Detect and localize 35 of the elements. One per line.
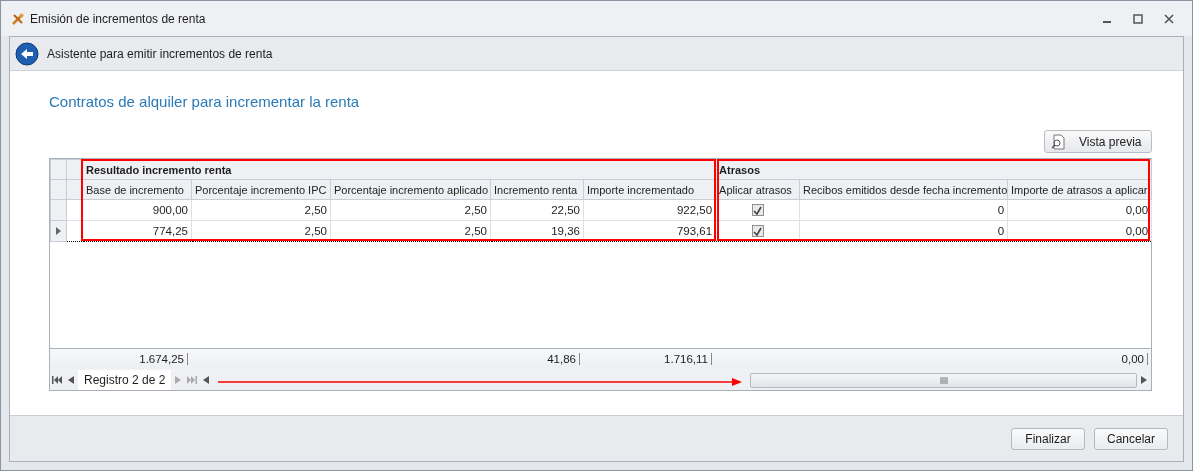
checkbox[interactable] [751,225,764,238]
checkbox[interactable] [751,204,764,217]
table-cell: 19,36 [490,220,584,242]
table-cell: 2,50 [191,220,331,242]
scroll-left-icon[interactable] [203,376,210,384]
table-cell: 0 [799,199,1008,221]
table-cell: 774,25 [82,220,192,242]
previous-record-icon[interactable] [68,376,74,384]
table-cell: 22,50 [490,199,584,221]
scrollbar-thumb[interactable] [750,372,1137,388]
table-cell: 900,00 [82,199,192,221]
total-value: 41,86 [547,353,580,366]
header-corner [50,179,67,200]
record-counter: Registro 2 de 2 [78,370,172,390]
total-value: 1.674,25 [139,353,188,366]
table-cell: 2,50 [330,220,491,242]
row-indicator[interactable] [50,220,67,242]
table-cell: 0,00 [1007,199,1152,221]
window-title: Emisión de incrementos de renta [30,11,207,26]
preview-button[interactable]: Vista previa [1044,130,1152,153]
table-cell: 2,50 [330,199,491,221]
wizard-title: Asistente para emitir incrementos de renta [47,46,273,61]
back-icon[interactable] [15,41,39,66]
total-value: 0,00 [1121,353,1148,366]
table-cell: 0,00 [1007,220,1152,242]
dialog-button[interactable]: Cancelar [1094,427,1168,450]
table-cell: 0 [799,220,1008,242]
table-cell: 2,50 [191,199,331,221]
dialog-button[interactable]: Finalizar [1011,427,1085,450]
magnifier-page-icon [1051,133,1065,150]
tools-icon [11,11,25,26]
total-value: 1.716,11 [664,353,712,366]
header-corner [50,159,67,180]
page-title: Contratos de alquiler para incrementar la renta [49,93,361,110]
scroll-right-icon[interactable] [1141,376,1147,384]
